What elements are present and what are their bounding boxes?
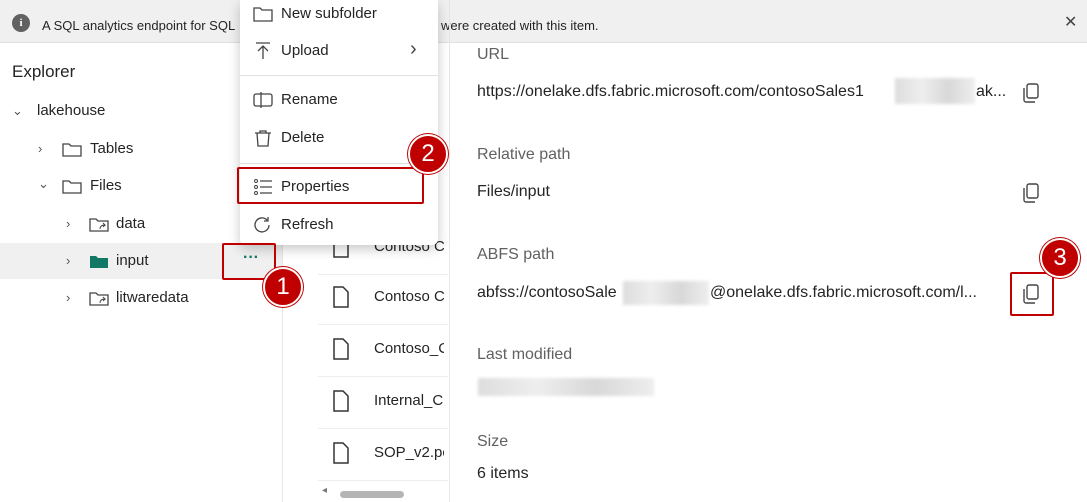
chevron-down-icon[interactable]: ⌄ bbox=[38, 176, 49, 192]
abfs-path-value-start: abfss://contosoSale bbox=[477, 284, 617, 301]
file-name: Contoso C bbox=[374, 288, 444, 305]
chevron-right-icon[interactable]: › bbox=[66, 216, 70, 231]
scroll-left-icon[interactable]: ◂ bbox=[322, 485, 327, 496]
file-name: SOP_v2.pc bbox=[374, 444, 444, 461]
upload-icon bbox=[256, 42, 270, 59]
menu-item-label: Upload bbox=[281, 42, 329, 59]
chevron-right-icon: › bbox=[410, 38, 417, 60]
info-icon: i bbox=[12, 14, 30, 32]
abfs-path-label: ABFS path bbox=[477, 246, 555, 263]
relative-path-label: Relative path bbox=[477, 146, 571, 163]
banner-text-start: A SQL analytics endpoint for SQL bbox=[42, 18, 236, 33]
redacted-text bbox=[623, 281, 709, 305]
copy-icon[interactable] bbox=[1022, 183, 1040, 203]
abfs-path-value-end: @onelake.dfs.fabric.microsoft.com/l... bbox=[710, 284, 977, 301]
url-label: URL bbox=[477, 46, 510, 63]
explorer-title: Explorer bbox=[12, 62, 76, 81]
tree-item-label: data bbox=[116, 215, 146, 232]
callout-badge-1: 1 bbox=[263, 267, 303, 307]
scrollbar-thumb[interactable] bbox=[340, 491, 404, 498]
shortcut-folder-icon bbox=[89, 218, 109, 232]
refresh-icon bbox=[254, 217, 270, 233]
menu-divider bbox=[240, 163, 438, 164]
menu-item-label: New subfolder bbox=[281, 5, 377, 22]
shortcut-folder-icon bbox=[89, 292, 109, 306]
url-value-end: ak... bbox=[976, 83, 1007, 100]
info-banner: i A SQL analytics endpoint for SQL were … bbox=[0, 0, 1087, 43]
rename-icon bbox=[253, 92, 273, 108]
chevron-right-icon[interactable]: › bbox=[66, 290, 70, 305]
properties-divider bbox=[449, 0, 450, 502]
file-row[interactable]: SOP_v2.pc bbox=[318, 428, 448, 481]
file-icon bbox=[333, 442, 349, 464]
folder-icon bbox=[62, 143, 82, 157]
context-menu: New subfolder Upload › Rename Delete Pro… bbox=[240, 0, 438, 245]
redacted-text bbox=[895, 78, 975, 104]
size-value: 6 items bbox=[477, 465, 529, 482]
size-label: Size bbox=[477, 433, 509, 450]
callout-box-copy-abfs bbox=[1010, 272, 1054, 316]
tree-item-litwaredata[interactable]: › litwaredata bbox=[0, 280, 282, 316]
last-modified-label: Last modified bbox=[477, 346, 573, 363]
file-row[interactable]: Contoso_C bbox=[318, 324, 448, 377]
close-icon[interactable]: ✕ bbox=[1064, 12, 1077, 32]
relative-path-value: Files/input bbox=[477, 183, 550, 200]
folder-icon bbox=[62, 180, 82, 194]
menu-divider bbox=[240, 75, 438, 76]
tree-item-label: Tables bbox=[90, 140, 134, 157]
menu-item-upload[interactable]: Upload › bbox=[240, 33, 438, 69]
chevron-right-icon[interactable]: › bbox=[38, 141, 42, 156]
menu-item-refresh[interactable]: Refresh bbox=[240, 207, 438, 243]
menu-item-label: Rename bbox=[281, 91, 338, 108]
banner-text-end: were created with this item. bbox=[441, 18, 599, 33]
chevron-down-icon[interactable]: ⌄ bbox=[12, 103, 23, 119]
menu-item-label: Delete bbox=[281, 129, 325, 146]
callout-badge-3: 3 bbox=[1040, 238, 1080, 278]
callout-badge-2: 2 bbox=[408, 134, 448, 174]
file-row[interactable]: Internal_C bbox=[318, 376, 448, 429]
delete-icon bbox=[255, 130, 271, 147]
redacted-last-modified bbox=[478, 378, 654, 396]
url-value: https://onelake.dfs.fabric.microsoft.com… bbox=[477, 83, 864, 101]
tree-item-label: Files bbox=[90, 177, 122, 194]
file-icon bbox=[333, 390, 349, 412]
menu-item-label: Refresh bbox=[281, 216, 334, 233]
copy-icon[interactable] bbox=[1022, 83, 1040, 103]
tree-item-label: lakehouse bbox=[37, 102, 106, 119]
menu-item-rename[interactable]: Rename bbox=[240, 82, 438, 118]
menu-item-new-subfolder[interactable]: New subfolder bbox=[240, 0, 438, 32]
tree-item-label: input bbox=[116, 252, 149, 269]
file-row[interactable]: Contoso C bbox=[318, 272, 448, 325]
file-name: Contoso_C bbox=[374, 340, 444, 357]
folder-icon bbox=[253, 7, 273, 22]
tree-item-label: litwaredata bbox=[116, 289, 189, 306]
file-icon bbox=[333, 286, 349, 308]
chevron-right-icon[interactable]: › bbox=[66, 253, 70, 268]
file-name: Internal_C bbox=[374, 392, 444, 409]
file-icon bbox=[333, 338, 349, 360]
folder-filled-icon bbox=[90, 256, 108, 268]
url-value-start: https://onelake.dfs.fabric.microsoft.com… bbox=[477, 83, 864, 100]
callout-box-properties bbox=[237, 167, 424, 204]
